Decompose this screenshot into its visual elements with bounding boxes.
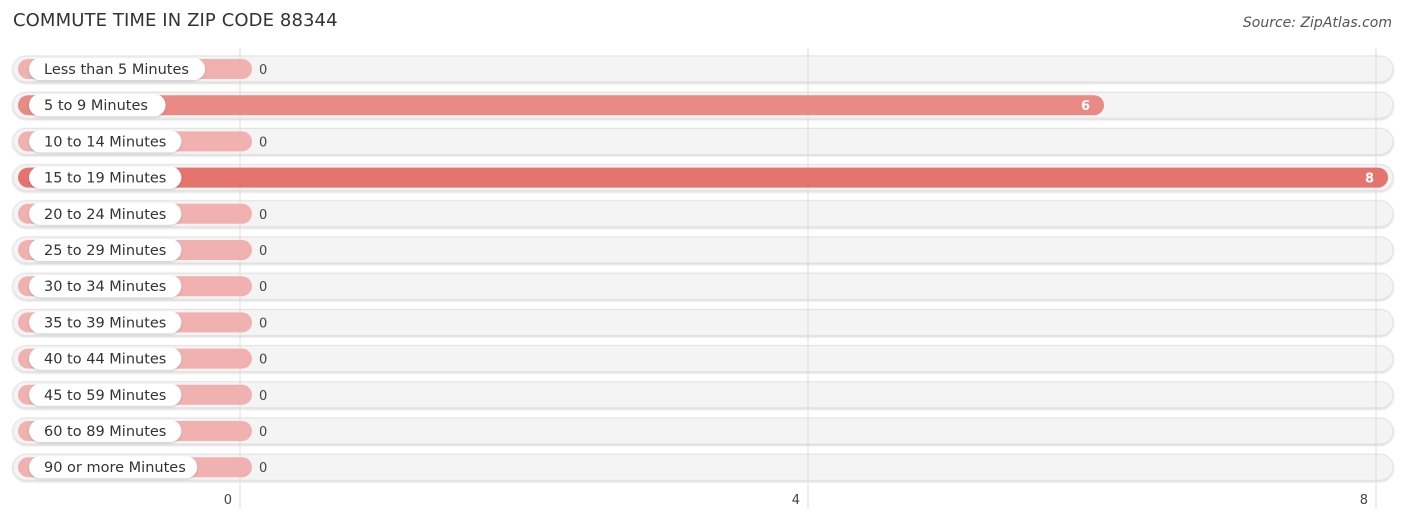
value-label: 0: [259, 425, 267, 440]
category-label: 10 to 14 Minutes: [44, 134, 166, 150]
category-label: 5 to 9 Minutes: [44, 98, 148, 114]
category-label: 20 to 24 Minutes: [44, 207, 166, 223]
value-label: 0: [259, 208, 267, 223]
value-label: 8: [1365, 172, 1374, 187]
value-label: 0: [259, 316, 267, 331]
category-label: 40 to 44 Minutes: [44, 352, 166, 368]
x-tick-label: 4: [792, 493, 800, 508]
value-label: 0: [259, 353, 267, 368]
value-label: 0: [259, 244, 267, 259]
bar[interactable]: [18, 167, 1388, 188]
category-label: 25 to 29 Minutes: [44, 243, 166, 259]
category-label: 90 or more Minutes: [44, 460, 186, 476]
category-label: 60 to 89 Minutes: [44, 424, 166, 440]
value-label: 0: [259, 135, 267, 150]
category-label: Less than 5 Minutes: [44, 62, 189, 78]
category-label: 30 to 34 Minutes: [44, 279, 166, 295]
value-label: 0: [259, 280, 267, 295]
x-tick-label: 0: [224, 493, 232, 508]
category-label: 45 to 59 Minutes: [44, 388, 166, 404]
value-label: 0: [259, 63, 267, 78]
bar[interactable]: [18, 95, 1104, 116]
category-label: 35 to 39 Minutes: [44, 315, 166, 331]
value-label: 6: [1081, 99, 1090, 114]
commute-bar-chart: Less than 5 Minutes 0 5 to 9 Minutes 6 10 to…: [12, 48, 1394, 508]
x-tick-label: 8: [1360, 493, 1368, 508]
value-label: 0: [259, 461, 267, 476]
value-label: 0: [259, 389, 267, 404]
category-label: 15 to 19 Minutes: [44, 171, 166, 187]
